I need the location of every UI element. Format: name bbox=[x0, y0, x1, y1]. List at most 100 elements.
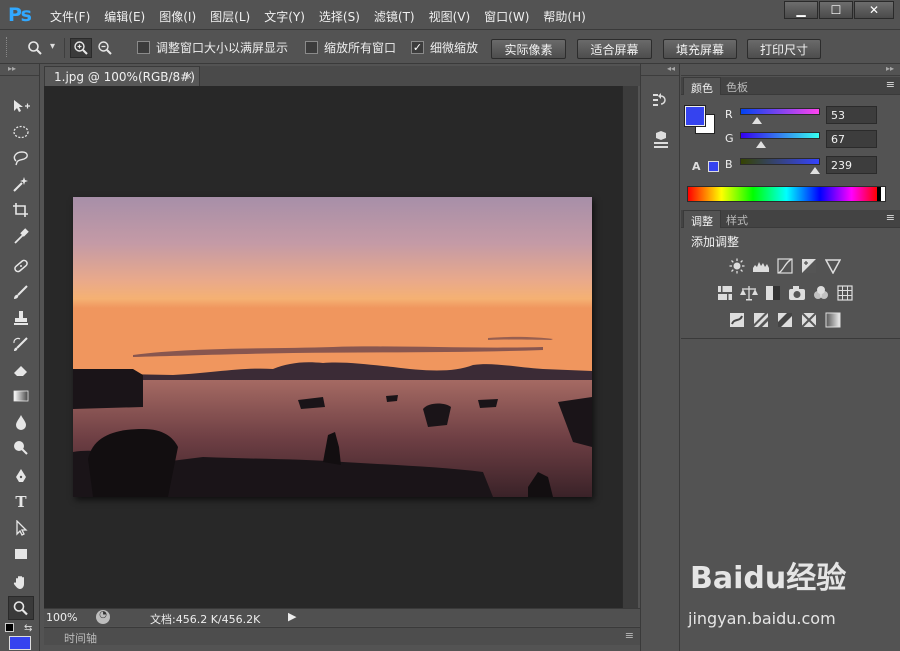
tool-color-swatches[interactable]: ⇆ bbox=[5, 623, 35, 651]
green-slider-thumb[interactable] bbox=[756, 141, 767, 148]
timeline-menu-icon[interactable]: ≡ bbox=[625, 629, 634, 642]
menu-type[interactable]: 文字(Y) bbox=[264, 8, 305, 25]
curves-icon[interactable] bbox=[776, 258, 794, 274]
web-color-chip[interactable] bbox=[708, 161, 719, 172]
dock-collapse[interactable]: ▸▸ bbox=[681, 64, 900, 76]
type-icon[interactable]: T bbox=[8, 490, 34, 514]
gradient-icon[interactable] bbox=[8, 384, 34, 408]
dodge-icon[interactable] bbox=[8, 436, 34, 460]
green-value-field[interactable]: 67 bbox=[826, 130, 877, 148]
document-tab[interactable]: 1.jpg @ 100%(RGB/8#) × bbox=[44, 66, 200, 86]
zoom-in-icon[interactable] bbox=[70, 38, 92, 58]
magic-wand-icon[interactable] bbox=[8, 172, 34, 196]
tab-adjustments[interactable]: 调整 bbox=[683, 210, 721, 228]
blur-drop-icon[interactable] bbox=[8, 410, 34, 434]
color-balance-icon[interactable] bbox=[740, 285, 758, 301]
zoom-all-option[interactable]: 缩放所有窗口 bbox=[305, 37, 396, 57]
menu-window[interactable]: 窗口(W) bbox=[484, 8, 529, 25]
menu-help[interactable]: 帮助(H) bbox=[543, 8, 585, 25]
gradient-map-icon[interactable] bbox=[824, 312, 842, 328]
fill-screen-button[interactable]: 填充屏幕 bbox=[663, 39, 737, 59]
menu-image[interactable]: 图像(I) bbox=[159, 8, 196, 25]
hand-icon[interactable] bbox=[8, 570, 34, 594]
photo-filter-icon[interactable] bbox=[788, 285, 806, 301]
close-button[interactable]: ✕ bbox=[854, 1, 894, 19]
vibrance-icon[interactable] bbox=[824, 258, 842, 274]
swap-colors-icon[interactable]: ⇆ bbox=[24, 623, 32, 634]
print-size-button[interactable]: 打印尺寸 bbox=[747, 39, 821, 59]
menu-layer[interactable]: 图层(L) bbox=[210, 8, 250, 25]
tools-collapse[interactable]: ▸▸ bbox=[0, 64, 39, 76]
exposure-icon[interactable] bbox=[800, 258, 818, 274]
actual-pixels-button[interactable]: 实际像素 bbox=[491, 39, 566, 59]
zoom-icon[interactable] bbox=[8, 596, 34, 620]
zoom-all-checkbox[interactable] bbox=[305, 40, 318, 54]
color-lookup-icon[interactable] bbox=[836, 285, 854, 301]
threshold-icon[interactable] bbox=[776, 312, 794, 328]
gamut-warning-icon[interactable]: A bbox=[692, 160, 701, 173]
fit-screen-button[interactable]: 适合屏幕 bbox=[577, 39, 652, 59]
menu-filter[interactable]: 滤镜(T) bbox=[374, 8, 415, 25]
menu-view[interactable]: 视图(V) bbox=[429, 8, 471, 25]
red-slider[interactable] bbox=[740, 108, 820, 115]
properties-panel-icon[interactable] bbox=[651, 130, 671, 150]
red-slider-thumb[interactable] bbox=[751, 117, 762, 124]
resize-windows-option[interactable]: 调整窗口大小以满屏显示 bbox=[137, 37, 288, 57]
preset-dropdown-arrow[interactable]: ▾ bbox=[50, 41, 55, 52]
history-brush-icon[interactable] bbox=[8, 332, 34, 356]
adjustments-menu-icon[interactable]: ≡ bbox=[886, 211, 895, 224]
default-colors-icon[interactable] bbox=[5, 623, 14, 632]
resize-windows-checkbox[interactable] bbox=[137, 40, 150, 54]
move-icon[interactable] bbox=[8, 94, 34, 118]
lasso-icon[interactable] bbox=[8, 146, 34, 170]
pen-icon[interactable] bbox=[8, 464, 34, 488]
strip-collapse[interactable]: ◂◂ bbox=[641, 64, 679, 76]
history-panel-icon[interactable] bbox=[651, 91, 671, 111]
zoom-level[interactable]: 100% bbox=[46, 611, 77, 624]
arrow-icon[interactable] bbox=[8, 516, 34, 540]
bandage-icon[interactable] bbox=[8, 254, 34, 278]
rectangle-icon[interactable] bbox=[8, 542, 34, 566]
blue-value-field[interactable]: 239 bbox=[826, 156, 877, 174]
vertical-scrollbar[interactable] bbox=[622, 86, 638, 608]
black-white-icon[interactable] bbox=[764, 285, 782, 301]
zoom-out-icon[interactable] bbox=[94, 38, 116, 58]
tab-styles[interactable]: 样式 bbox=[719, 210, 755, 228]
tab-swatches[interactable]: 色板 bbox=[719, 77, 755, 95]
brightness-icon[interactable] bbox=[728, 258, 746, 274]
close-tab-icon[interactable]: × bbox=[184, 69, 193, 82]
ellipse-marquee-icon[interactable] bbox=[8, 120, 34, 144]
levels-icon[interactable] bbox=[752, 258, 770, 274]
zoom-tool-preset-icon[interactable] bbox=[24, 38, 46, 58]
menu-edit[interactable]: 编辑(E) bbox=[104, 8, 145, 25]
stamp-icon[interactable] bbox=[8, 306, 34, 330]
timeline-label[interactable]: 时间轴 bbox=[64, 630, 97, 646]
status-menu-arrow[interactable]: ▶ bbox=[288, 610, 296, 623]
options-grip[interactable] bbox=[6, 37, 9, 57]
green-slider[interactable] bbox=[740, 132, 820, 139]
tab-color[interactable]: 颜色 bbox=[683, 77, 721, 95]
menu-select[interactable]: 选择(S) bbox=[319, 8, 360, 25]
brush-icon[interactable] bbox=[8, 280, 34, 304]
hue-saturation-icon[interactable] bbox=[716, 285, 734, 301]
channel-mixer-icon[interactable] bbox=[812, 285, 830, 301]
eyedropper-icon[interactable] bbox=[8, 224, 34, 248]
invert-icon[interactable] bbox=[728, 312, 746, 328]
color-spectrum-ramp[interactable] bbox=[687, 186, 886, 202]
blue-slider-thumb[interactable] bbox=[809, 167, 820, 174]
status-info-icon[interactable]: ◔ bbox=[96, 610, 110, 624]
red-value-field[interactable]: 53 bbox=[826, 106, 877, 124]
scrubby-zoom-option[interactable]: ✓ 细微缩放 bbox=[411, 37, 478, 57]
selective-color-icon[interactable] bbox=[800, 312, 818, 328]
minimize-button[interactable]: ▁ bbox=[784, 1, 818, 19]
menu-file[interactable]: 文件(F) bbox=[50, 8, 90, 25]
color-panel-menu-icon[interactable]: ≡ bbox=[886, 78, 895, 91]
eraser-icon[interactable] bbox=[8, 358, 34, 382]
posterize-icon[interactable] bbox=[752, 312, 770, 328]
maximize-button[interactable]: ☐ bbox=[819, 1, 853, 19]
foreground-color-swatch[interactable] bbox=[9, 636, 31, 650]
blue-slider[interactable] bbox=[740, 158, 820, 165]
foreground-color-chip[interactable] bbox=[684, 105, 706, 127]
scrubby-zoom-checkbox[interactable]: ✓ bbox=[411, 40, 424, 54]
crop-icon[interactable] bbox=[8, 198, 34, 222]
